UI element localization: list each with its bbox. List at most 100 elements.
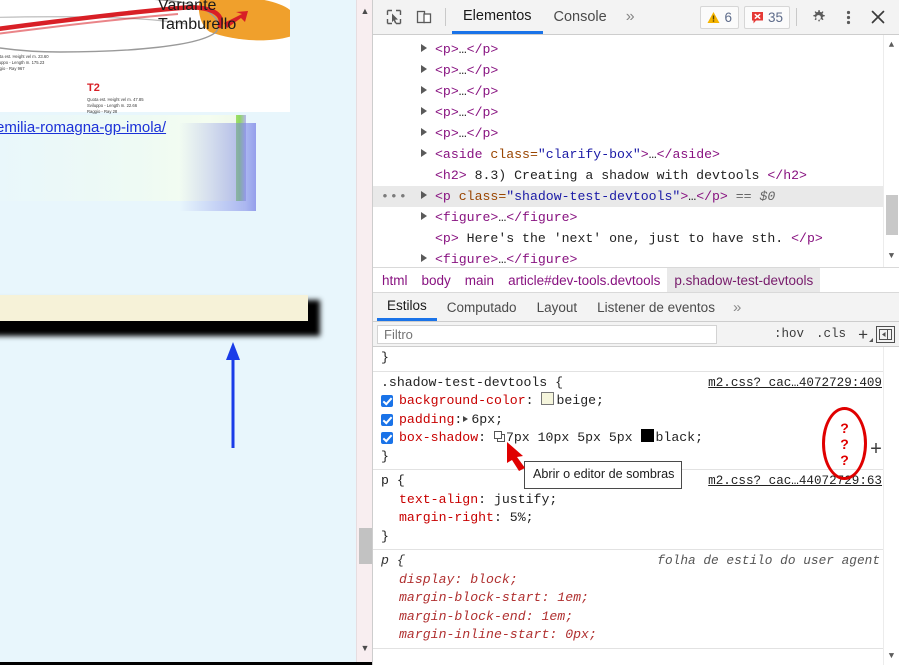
tab-elementos[interactable]: Elementos	[452, 0, 543, 34]
declaration-box-shadow[interactable]: box-shadow: 7px 10px 5px 5px black;	[373, 429, 899, 448]
property-color-value[interactable]: black	[656, 430, 696, 445]
gear-icon[interactable]	[803, 2, 833, 32]
dom-row[interactable]: <p>…</p>	[373, 60, 899, 81]
page-url-link[interactable]: emilia-romagna-gp-imola/	[0, 119, 166, 136]
property-name[interactable]: background-color	[399, 393, 526, 408]
page-scroll-up-icon[interactable]: ▲	[357, 2, 372, 19]
tab-layout[interactable]: Layout	[527, 293, 588, 321]
expand-triangle-icon[interactable]	[421, 254, 427, 262]
tab-console[interactable]: Console	[543, 0, 618, 34]
breadcrumb-item-body[interactable]: body	[415, 268, 458, 292]
property-name[interactable]: margin-block-start	[399, 590, 541, 605]
dom-row[interactable]: <p>…</p>	[373, 39, 899, 60]
expand-triangle-icon[interactable]	[421, 44, 427, 52]
property-value[interactable]: block	[470, 572, 510, 587]
property-name[interactable]: margin-inline-start	[399, 627, 549, 642]
property-value[interactable]: 5%	[510, 510, 526, 525]
page-scrollbar-thumb[interactable]	[359, 528, 372, 564]
declaration-margin-right[interactable]: margin-right: 5%;	[373, 509, 899, 528]
property-value[interactable]: 1em	[557, 590, 581, 605]
style-rule-shadow-test-devtools[interactable]: .shadow-test-devtools { m2.css?_cac…4072…	[373, 372, 899, 470]
kebab-menu-icon[interactable]	[833, 2, 863, 32]
expand-triangle-icon[interactable]	[421, 149, 427, 157]
dom-row-h2[interactable]: <h2> 8.3) Creating a shadow with devtool…	[373, 165, 899, 186]
expand-triangle-icon[interactable]	[421, 107, 427, 115]
dom-scroll-down-icon[interactable]: ▼	[884, 249, 899, 263]
expand-shorthand-icon[interactable]	[463, 415, 469, 422]
property-value[interactable]: 6px	[471, 412, 495, 427]
styles-scroll-down-icon[interactable]: ▼	[884, 649, 899, 663]
rule-selector[interactable]: p {	[381, 553, 405, 568]
declaration-display[interactable]: display: block;	[373, 571, 899, 590]
dom-row-aside[interactable]: <aside class="clarify-box">…</aside>	[373, 144, 899, 165]
property-name[interactable]: box-shadow	[399, 430, 478, 445]
close-icon[interactable]	[863, 2, 893, 32]
breadcrumb-item-html[interactable]: html	[373, 268, 415, 292]
declaration-background-color[interactable]: background-color: beige;	[373, 392, 899, 411]
property-value[interactable]: 0px	[565, 627, 589, 642]
property-name[interactable]: margin-block-end	[399, 609, 526, 624]
property-name[interactable]: text-align	[399, 492, 478, 507]
dom-scrollbar-thumb[interactable]	[886, 195, 898, 235]
add-declaration-plus[interactable]: +	[870, 441, 882, 461]
declaration-checkbox[interactable]	[381, 413, 393, 426]
error-badge[interactable]: 35	[743, 5, 790, 29]
color-swatch-black[interactable]	[640, 429, 654, 442]
breadcrumb-item-selected[interactable]: p.shadow-test-devtools	[667, 268, 821, 292]
breadcrumb-item-article[interactable]: article#dev-tools.devtools	[501, 268, 667, 292]
declaration-margin-inline-start[interactable]: margin-inline-start: 0px;	[373, 626, 899, 645]
more-tabs-icon[interactable]: »	[618, 8, 643, 26]
property-name[interactable]: padding	[399, 412, 454, 427]
property-value[interactable]: 1em	[541, 609, 565, 624]
declaration-margin-block-start[interactable]: margin-block-start: 1em;	[373, 589, 899, 608]
tab-listener-de-eventos[interactable]: Listener de eventos	[587, 293, 725, 321]
dom-row-figure[interactable]: <figure>…</figure>	[373, 207, 899, 228]
warning-badge[interactable]: 6	[700, 5, 739, 29]
tab-computado[interactable]: Computado	[437, 293, 527, 321]
color-swatch-beige[interactable]	[541, 392, 555, 405]
dom-row[interactable]: <p>…</p>	[373, 81, 899, 102]
dom-tree-scrollbar[interactable]: ▲ ▼	[883, 35, 899, 267]
row-options-icon[interactable]: •••	[381, 186, 408, 207]
style-rule-p-user-agent[interactable]: p { folha de estilo do user agent displa…	[373, 550, 899, 649]
expand-triangle-icon[interactable]	[421, 191, 427, 199]
breadcrumb-item-main[interactable]: main	[458, 268, 501, 292]
declaration-margin-block-end[interactable]: margin-block-end: 1em;	[373, 608, 899, 627]
property-name[interactable]: display	[399, 572, 454, 587]
dom-row[interactable]: <p>…</p>	[373, 123, 899, 144]
dom-tree-panel[interactable]: <p>…</p> <p>…</p> <p>…</p> <p>…</p> <p>…	[373, 35, 899, 267]
tab-estilos[interactable]: Estilos	[377, 293, 437, 321]
dom-scroll-up-icon[interactable]: ▲	[884, 38, 899, 52]
shadow-editor-icon[interactable]	[493, 431, 505, 442]
rule-selector[interactable]: .shadow-test-devtools {	[381, 375, 563, 390]
declaration-checkbox[interactable]	[381, 395, 393, 407]
styles-filter-input[interactable]	[377, 324, 717, 344]
rule-selector[interactable]: p {	[381, 473, 405, 488]
styles-scrollbar[interactable]: ▼	[883, 347, 899, 665]
dom-row[interactable]: <p>…</p>	[373, 102, 899, 123]
inspect-element-icon[interactable]	[379, 2, 409, 32]
page-vertical-scrollbar[interactable]: ▲ ▼	[356, 0, 372, 662]
declaration-padding[interactable]: padding: 6px;	[373, 411, 899, 430]
page-scroll-down-icon[interactable]: ▼	[357, 639, 372, 656]
dom-row-figure-2[interactable]: <figure>…</figure>	[373, 249, 899, 267]
property-value[interactable]: justify	[494, 492, 549, 507]
property-value[interactable]: beige	[556, 393, 596, 408]
rule-source-link[interactable]: m2.css?_cac…4072729:409	[708, 374, 882, 393]
property-name[interactable]: margin-right	[399, 510, 494, 525]
declaration-text-align[interactable]: text-align: justify;	[373, 491, 899, 510]
styles-rules-panel[interactable]: } .shadow-test-devtools { m2.css?_cac…40…	[373, 347, 899, 665]
expand-triangle-icon[interactable]	[421, 212, 427, 220]
expand-triangle-icon[interactable]	[421, 65, 427, 73]
toggle-sidebar-icon[interactable]	[876, 325, 895, 343]
styles-more-tabs-icon[interactable]: »	[725, 299, 749, 316]
dom-row-next-p[interactable]: <p> Here's the 'next' one, just to have …	[373, 228, 899, 249]
declaration-checkbox[interactable]	[381, 432, 393, 444]
expand-triangle-icon[interactable]	[421, 86, 427, 94]
expand-triangle-icon[interactable]	[421, 128, 427, 136]
new-style-rule-button[interactable]: +	[852, 326, 876, 343]
hov-toggle-button[interactable]: :hov	[768, 327, 810, 341]
cls-toggle-button[interactable]: .cls	[810, 327, 852, 341]
device-toolbar-icon[interactable]	[409, 2, 439, 32]
dom-row-selected[interactable]: ••• <p class="shadow-test-devtools">…</p…	[373, 186, 899, 207]
